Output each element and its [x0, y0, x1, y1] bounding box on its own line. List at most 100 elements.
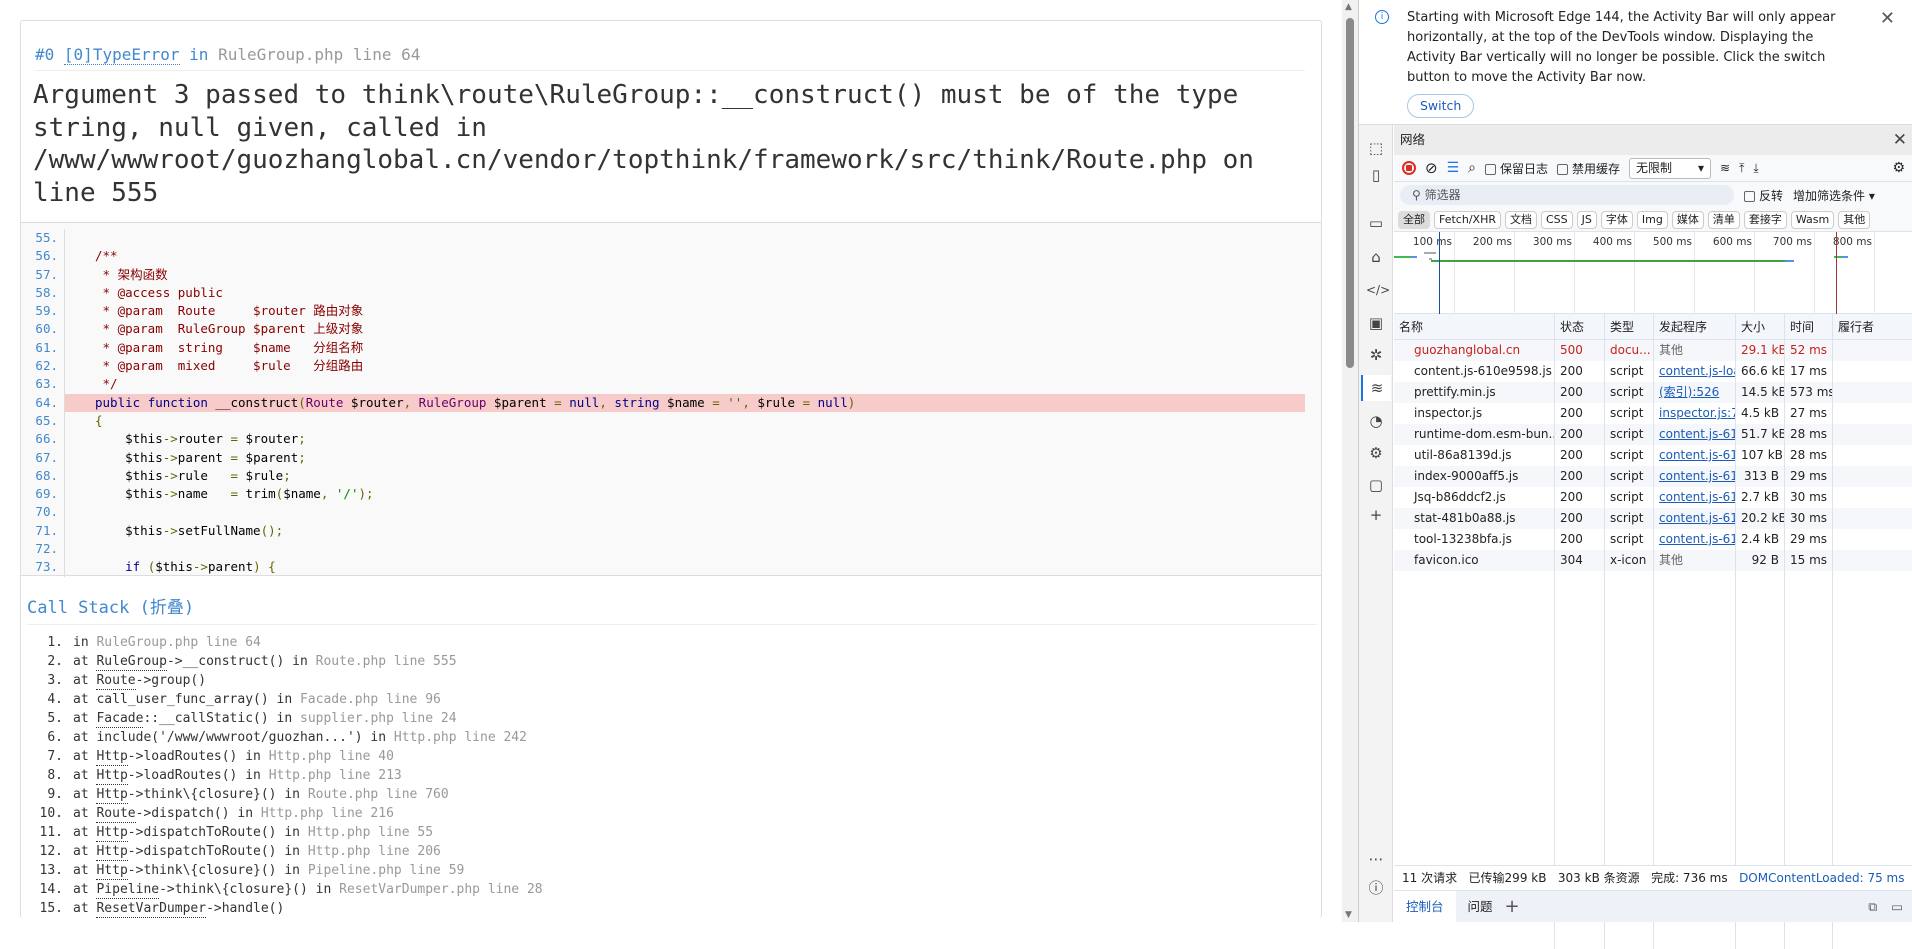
- class-name[interactable]: Route: [96, 671, 136, 690]
- class-name[interactable]: Http: [96, 861, 128, 880]
- tab-console[interactable]: 控制台: [1394, 890, 1456, 923]
- type-filter-button[interactable]: JS: [1576, 210, 1597, 229]
- error-type[interactable]: [0]TypeError: [63, 45, 180, 65]
- inspect-icon[interactable]: ⬚: [1366, 138, 1386, 158]
- type-filter-button[interactable]: 清单: [1707, 210, 1740, 229]
- memory-icon[interactable]: ⚙: [1366, 443, 1386, 463]
- export-icon[interactable]: ⤓: [1753, 161, 1758, 176]
- clear-icon[interactable]: ⊘: [1425, 159, 1438, 177]
- help-icon[interactable]: ⓘ: [1366, 878, 1386, 898]
- request-row[interactable]: index-9000aff5.js200scriptcontent.js-610…: [1394, 466, 1912, 487]
- cell-initiator[interactable]: content.js-load: [1654, 361, 1736, 382]
- cell-initiator[interactable]: inspector.js:7: [1654, 403, 1736, 424]
- devtools-panel: i Starting with Microsoft Edge 144, the …: [1358, 0, 1912, 949]
- request-row[interactable]: guozhanglobal.cn 500 docu... 其他 29.1 kB 52 ms: [1394, 340, 1912, 361]
- class-name[interactable]: Http: [96, 823, 128, 842]
- more-filters-dropdown[interactable]: 增加筛选条件 ▾: [1793, 187, 1875, 204]
- item-number: 4.: [47, 692, 63, 707]
- column-header[interactable]: 状态: [1555, 314, 1605, 339]
- type-filter-button[interactable]: Fetch/XHR: [1434, 210, 1501, 229]
- column-header[interactable]: 时间: [1785, 314, 1833, 339]
- column-header[interactable]: 发起程序: [1654, 314, 1736, 339]
- filter-input[interactable]: ⚲ 筛选器: [1400, 185, 1734, 205]
- type-filter-button[interactable]: Wasm: [1790, 210, 1835, 229]
- column-header[interactable]: 履行者: [1833, 314, 1912, 339]
- type-filter-button[interactable]: 媒体: [1671, 210, 1704, 229]
- search-icon[interactable]: ⌕: [1468, 160, 1476, 176]
- more-icon[interactable]: ⋯: [1366, 849, 1386, 869]
- cell-initiator[interactable]: content.js-610: [1654, 529, 1736, 550]
- request-row[interactable]: tool-13238bfa.js200scriptcontent.js-6102…: [1394, 529, 1912, 550]
- disable-cache-checkbox[interactable]: 禁用缓存: [1557, 160, 1620, 177]
- cell-initiator[interactable]: content.js-610: [1654, 487, 1736, 508]
- code-token: parent: [177, 449, 231, 465]
- type-filter-button[interactable]: Img: [1636, 210, 1668, 229]
- filter-icon[interactable]: ☰: [1447, 160, 1460, 176]
- type-filter-button[interactable]: 全部: [1398, 210, 1430, 229]
- checkbox-box[interactable]: [1484, 163, 1496, 175]
- preserve-log-checkbox[interactable]: 保留日志: [1484, 160, 1548, 177]
- page-scrollbar[interactable]: ▲ ▼: [1342, 0, 1358, 922]
- throttle-select[interactable]: 无限制 ▾: [1629, 157, 1712, 179]
- class-name[interactable]: Http: [96, 785, 128, 804]
- import-icon[interactable]: ⤒: [1739, 161, 1744, 176]
- request-row[interactable]: content.js-610e9598.js 200 script content.j…: [1394, 361, 1912, 382]
- device-emulation-icon[interactable]: ▯: [1366, 165, 1386, 185]
- dock-icon[interactable]: ▭: [1891, 899, 1903, 914]
- timeline-overview[interactable]: 100 ms 200 ms 300 ms 400 ms 500 ms 600 ms 700 …: [1394, 232, 1912, 314]
- tab-issues[interactable]: 问题: [1456, 891, 1505, 923]
- scrollbar-thumb[interactable]: [1346, 18, 1354, 368]
- network-conditions-icon[interactable]: ≋: [1720, 161, 1730, 175]
- window-icon[interactable]: ▭: [1366, 213, 1386, 233]
- class-name[interactable]: Pipeline: [96, 880, 160, 899]
- column-header[interactable]: 类型: [1605, 314, 1654, 339]
- scroll-up-icon[interactable]: ▲: [1345, 2, 1352, 12]
- class-name[interactable]: Http: [96, 766, 128, 785]
- column-header[interactable]: 大小: [1736, 314, 1785, 339]
- class-name[interactable]: Http: [96, 842, 128, 861]
- close-icon[interactable]: ✕: [1880, 8, 1895, 29]
- class-name[interactable]: Facade: [96, 709, 144, 728]
- request-row[interactable]: util-86a8139d.js200scriptcontent.js-6101…: [1394, 445, 1912, 466]
- checkbox-box[interactable]: [1744, 190, 1755, 202]
- performance-icon[interactable]: ◔: [1366, 411, 1386, 431]
- type-filter-button[interactable]: CSS: [1540, 210, 1573, 229]
- cell-initiator[interactable]: content.js-610: [1654, 508, 1736, 529]
- column-header[interactable]: 名称: [1394, 314, 1555, 339]
- cell-initiator[interactable]: content.js-610: [1654, 445, 1736, 466]
- class-name[interactable]: Http: [96, 747, 128, 766]
- undock-icon[interactable]: ⧉: [1868, 899, 1877, 915]
- type-filter-button[interactable]: 其他: [1838, 210, 1871, 229]
- more-tools-icon[interactable]: +: [1366, 505, 1386, 525]
- bug-icon[interactable]: ✲: [1366, 345, 1386, 365]
- class-name[interactable]: RuleGroup: [96, 652, 167, 671]
- cell-initiator[interactable]: (索引):526: [1654, 382, 1736, 403]
- record-icon[interactable]: [1402, 161, 1416, 175]
- add-tab-icon[interactable]: +: [1505, 896, 1520, 917]
- switch-button[interactable]: Switch: [1407, 94, 1475, 118]
- checkbox-box[interactable]: [1557, 163, 1568, 175]
- class-name[interactable]: Route: [96, 804, 136, 823]
- gear-icon[interactable]: ⚙: [1892, 160, 1905, 176]
- request-row[interactable]: runtime-dom.esm-bun... 200 script content.j…: [1394, 424, 1912, 445]
- invert-checkbox[interactable]: 反转: [1744, 187, 1783, 204]
- console-icon[interactable]: ▣: [1366, 313, 1386, 333]
- home-icon[interactable]: ⌂: [1366, 247, 1386, 267]
- request-row[interactable]: Jsq-b86ddcf2.js200scriptcontent.js-6102.…: [1394, 487, 1912, 508]
- elements-icon[interactable]: </>: [1366, 280, 1390, 300]
- type-filter-button[interactable]: 字体: [1600, 210, 1633, 229]
- request-row[interactable]: prettify.min.js 200 script (索引):526 14.5 kB 5…: [1394, 382, 1912, 403]
- network-icon[interactable]: ≋: [1361, 375, 1391, 401]
- request-row[interactable]: inspector.js 200 script inspector.js:7 4.5 k…: [1394, 403, 1912, 424]
- application-icon[interactable]: ▢: [1366, 475, 1386, 495]
- type-filter-button[interactable]: 文档: [1504, 210, 1537, 229]
- scroll-down-icon[interactable]: ▼: [1345, 910, 1352, 920]
- call-stack-toggle[interactable]: Call Stack (折叠): [27, 593, 1317, 625]
- request-row[interactable]: stat-481b0a88.js200scriptcontent.js-6102…: [1394, 508, 1912, 529]
- cell-initiator[interactable]: content.js-610: [1654, 424, 1736, 445]
- close-icon[interactable]: ✕: [1893, 125, 1907, 155]
- cell-initiator[interactable]: content.js-610: [1654, 466, 1736, 487]
- request-row[interactable]: favicon.ico 304 x-icon 其他 92 B 15 ms: [1394, 550, 1912, 571]
- type-filter-button[interactable]: 套接字: [1743, 210, 1787, 229]
- class-name[interactable]: ResetVarDumper: [96, 899, 207, 918]
